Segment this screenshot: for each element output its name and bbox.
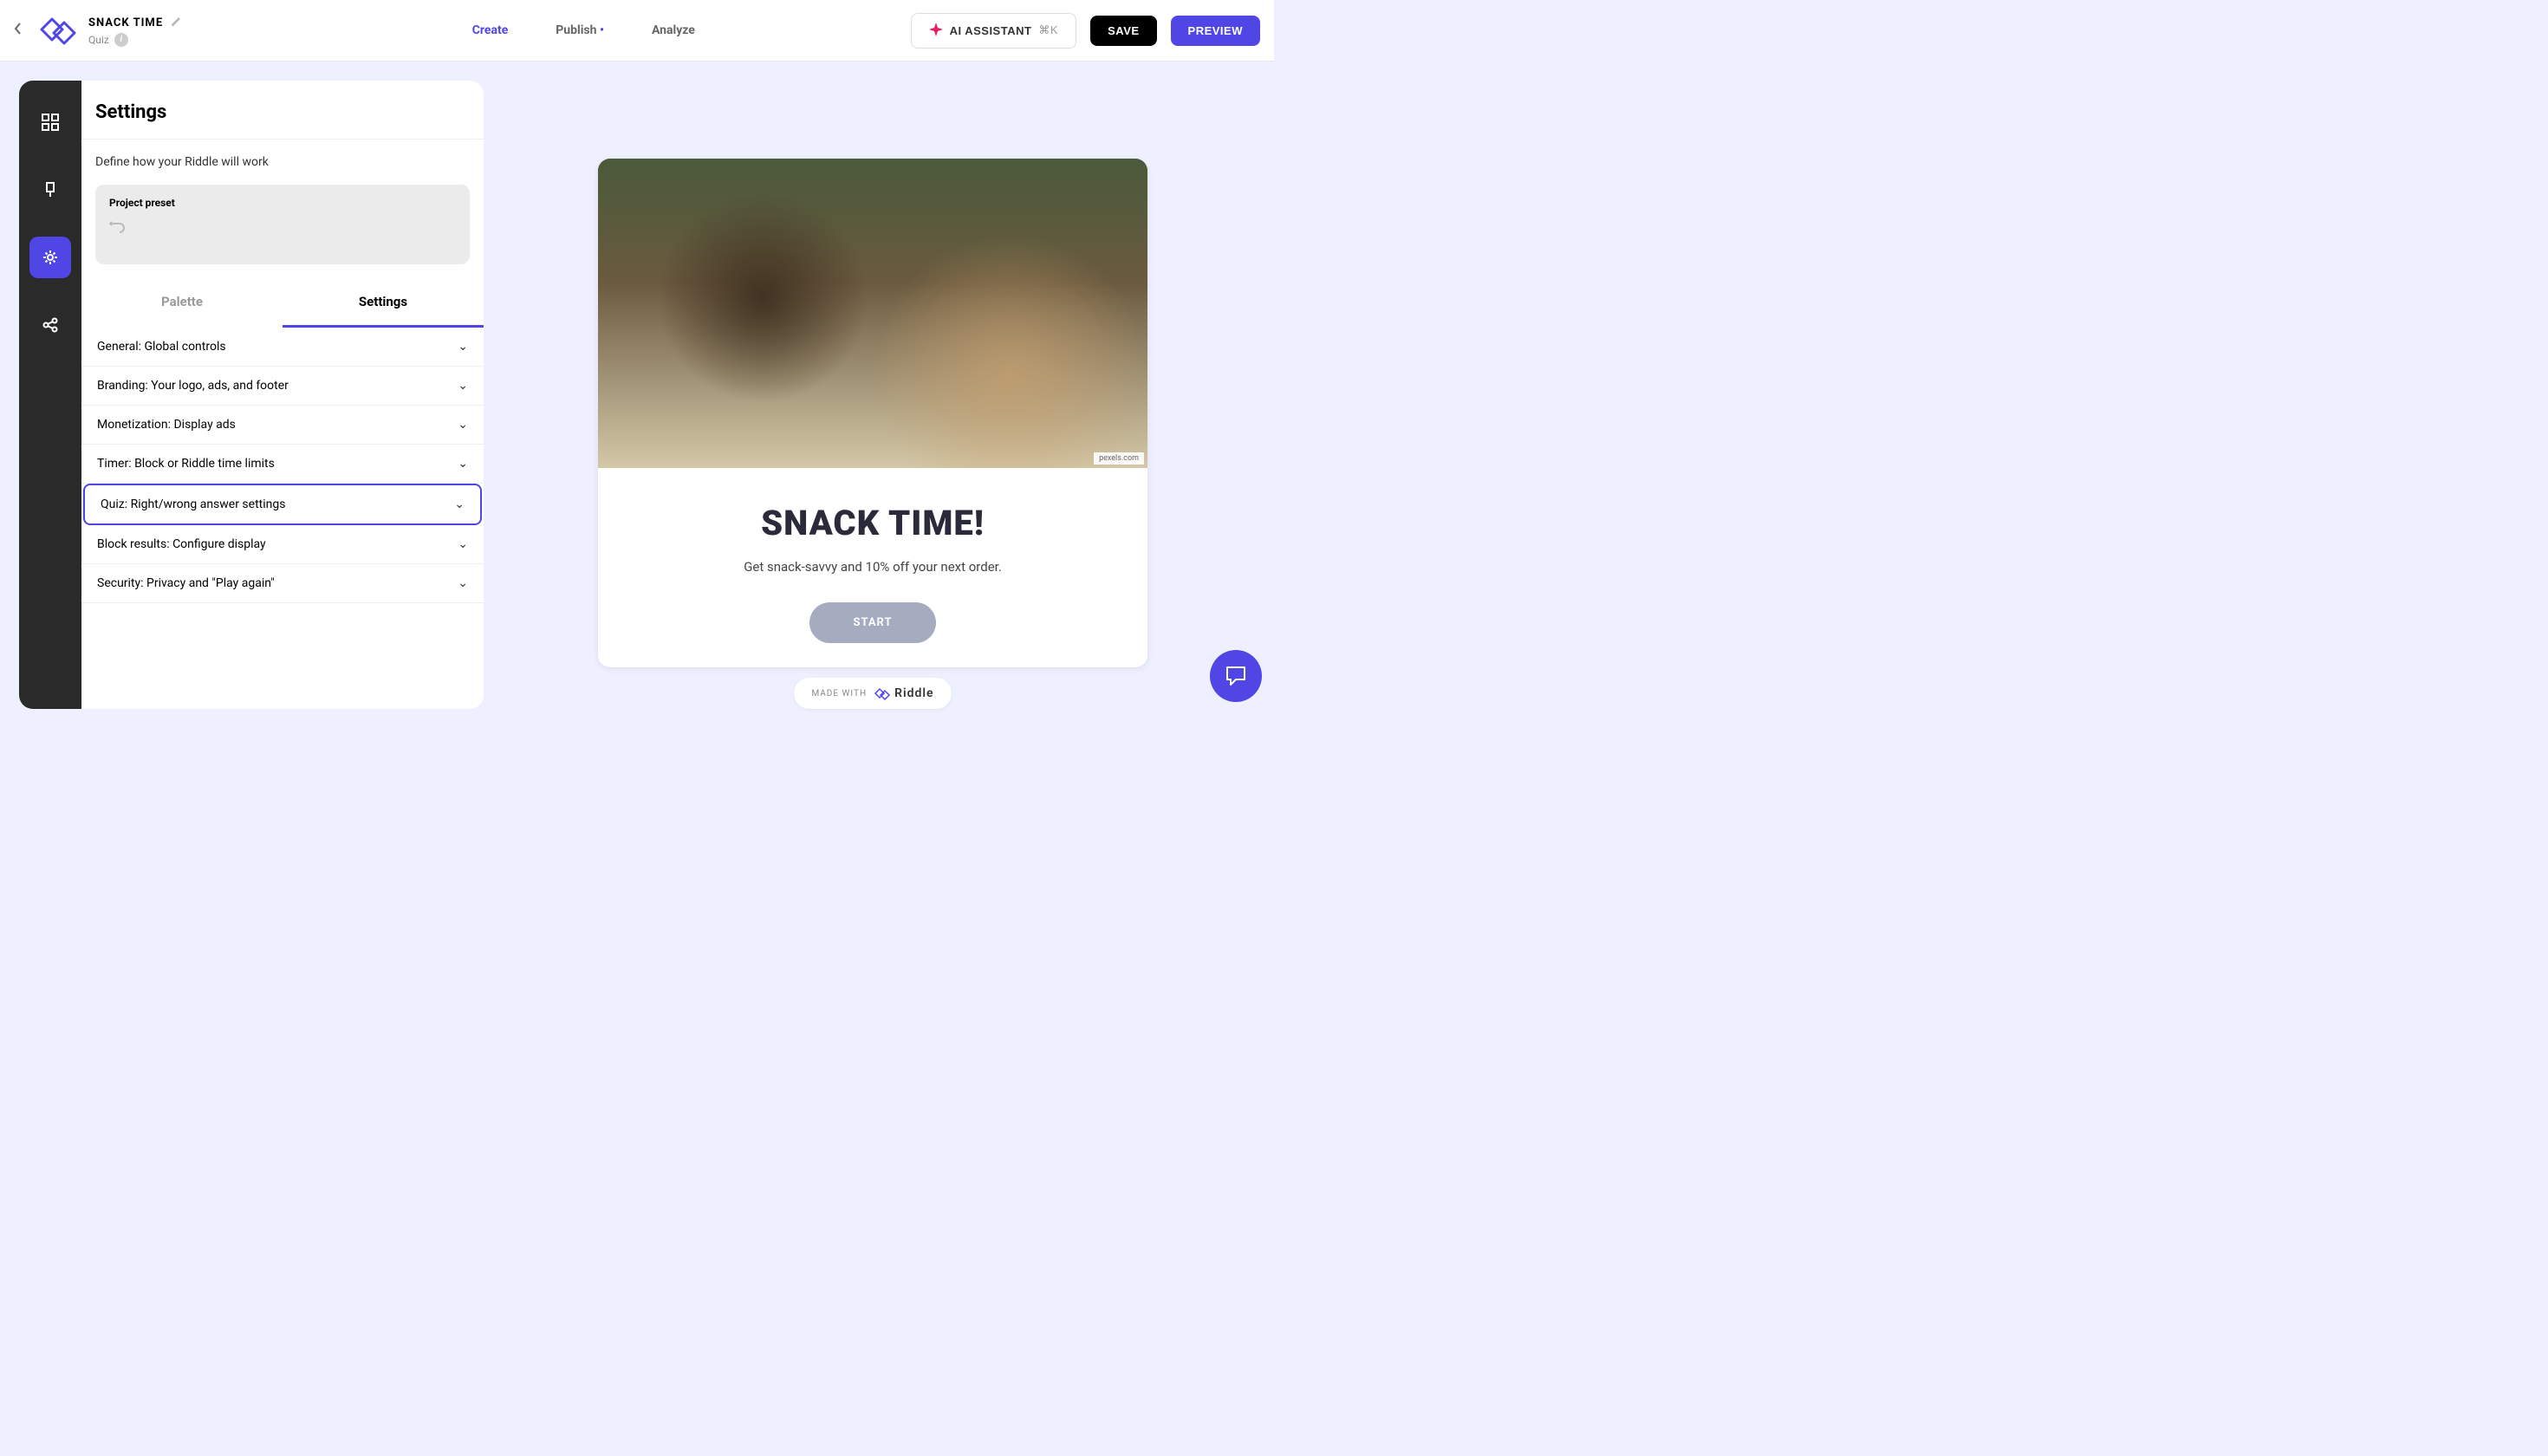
- nav-tab-publish[interactable]: Publish •: [556, 23, 604, 37]
- accordion-security[interactable]: Security: Privacy and "Play again" ⌄: [81, 564, 484, 603]
- design-icon[interactable]: [29, 169, 71, 211]
- accordion-branding[interactable]: Branding: Your logo, ads, and footer ⌄: [81, 367, 484, 406]
- made-with-badge[interactable]: MADE WITH Riddle: [794, 678, 951, 709]
- chevron-down-icon: ⌄: [454, 497, 465, 511]
- accordion-quiz[interactable]: Quiz: Right/wrong answer settings ⌄: [83, 484, 482, 525]
- settings-icon[interactable]: [29, 237, 71, 278]
- chevron-down-icon: ⌄: [458, 537, 468, 551]
- preview-area: pexels.com SNACK TIME! Get snack-savvy a…: [484, 81, 1262, 709]
- accordion-general[interactable]: General: Global controls ⌄: [81, 328, 484, 367]
- preset-box: Project preset: [95, 185, 470, 264]
- chevron-down-icon: ⌄: [458, 418, 468, 432]
- preview-body: SNACK TIME! Get snack-savvy and 10% off …: [598, 468, 1147, 667]
- quiz-title: SNACK TIME!: [633, 503, 1113, 543]
- start-button[interactable]: START: [809, 602, 935, 643]
- preview-card: pexels.com SNACK TIME! Get snack-savvy a…: [598, 159, 1147, 667]
- riddle-logo: Riddle: [874, 686, 933, 700]
- accordion-block-results[interactable]: Block results: Configure display ⌄: [81, 525, 484, 564]
- nav-tab-analyze[interactable]: Analyze: [652, 23, 695, 37]
- chevron-down-icon: ⌄: [458, 576, 468, 590]
- panel-description: Define how your Riddle will work: [81, 139, 484, 185]
- app-header: SNACK TIME Quiz i Create Publish • Analy…: [0, 0, 1274, 62]
- save-button[interactable]: SAVE: [1090, 16, 1156, 46]
- chevron-down-icon: ⌄: [458, 379, 468, 393]
- image-credit: pexels.com: [1094, 452, 1144, 465]
- project-title: SNACK TIME: [88, 16, 163, 29]
- panel-tabs: Palette Settings: [81, 278, 484, 328]
- sparkle-icon: [929, 23, 943, 39]
- accordion-timer[interactable]: Timer: Block or Riddle time limits ⌄: [81, 445, 484, 484]
- ai-assistant-button[interactable]: AI ASSISTANT ⌘K: [911, 13, 1077, 49]
- settings-panel: Settings Define how your Riddle will wor…: [81, 81, 484, 709]
- header-left: SNACK TIME Quiz i: [14, 8, 257, 53]
- chevron-down-icon: ⌄: [458, 340, 468, 354]
- header-actions: AI ASSISTANT ⌘K SAVE PREVIEW: [911, 13, 1260, 49]
- panel-title: Settings: [95, 101, 470, 123]
- main-area: Settings Define how your Riddle will wor…: [0, 62, 1274, 728]
- nav-tab-create[interactable]: Create: [472, 23, 509, 37]
- sidebar-rail: [19, 81, 81, 709]
- chat-fab[interactable]: [1210, 650, 1262, 702]
- title-block: SNACK TIME Quiz i: [88, 15, 182, 47]
- edit-icon[interactable]: [170, 15, 182, 31]
- preset-label: Project preset: [109, 197, 456, 209]
- accordion-monetization[interactable]: Monetization: Display ads ⌄: [81, 406, 484, 445]
- tab-settings[interactable]: Settings: [283, 278, 484, 328]
- project-type: Quiz: [88, 34, 109, 46]
- blocks-icon[interactable]: [29, 101, 71, 143]
- accordion: General: Global controls ⌄ Branding: You…: [81, 328, 484, 709]
- app-logo[interactable]: [33, 8, 78, 53]
- quiz-subtitle: Get snack-savvy and 10% off your next or…: [633, 559, 1113, 575]
- back-chevron-icon[interactable]: [14, 22, 23, 39]
- share-icon[interactable]: [29, 304, 71, 346]
- tab-palette[interactable]: Palette: [81, 278, 283, 328]
- chevron-down-icon: ⌄: [458, 457, 468, 471]
- preview-image: pexels.com: [598, 159, 1147, 468]
- header-nav: Create Publish • Analyze: [257, 23, 911, 37]
- preview-button[interactable]: PREVIEW: [1171, 16, 1260, 46]
- undo-icon[interactable]: [109, 219, 125, 237]
- info-icon[interactable]: i: [114, 33, 128, 47]
